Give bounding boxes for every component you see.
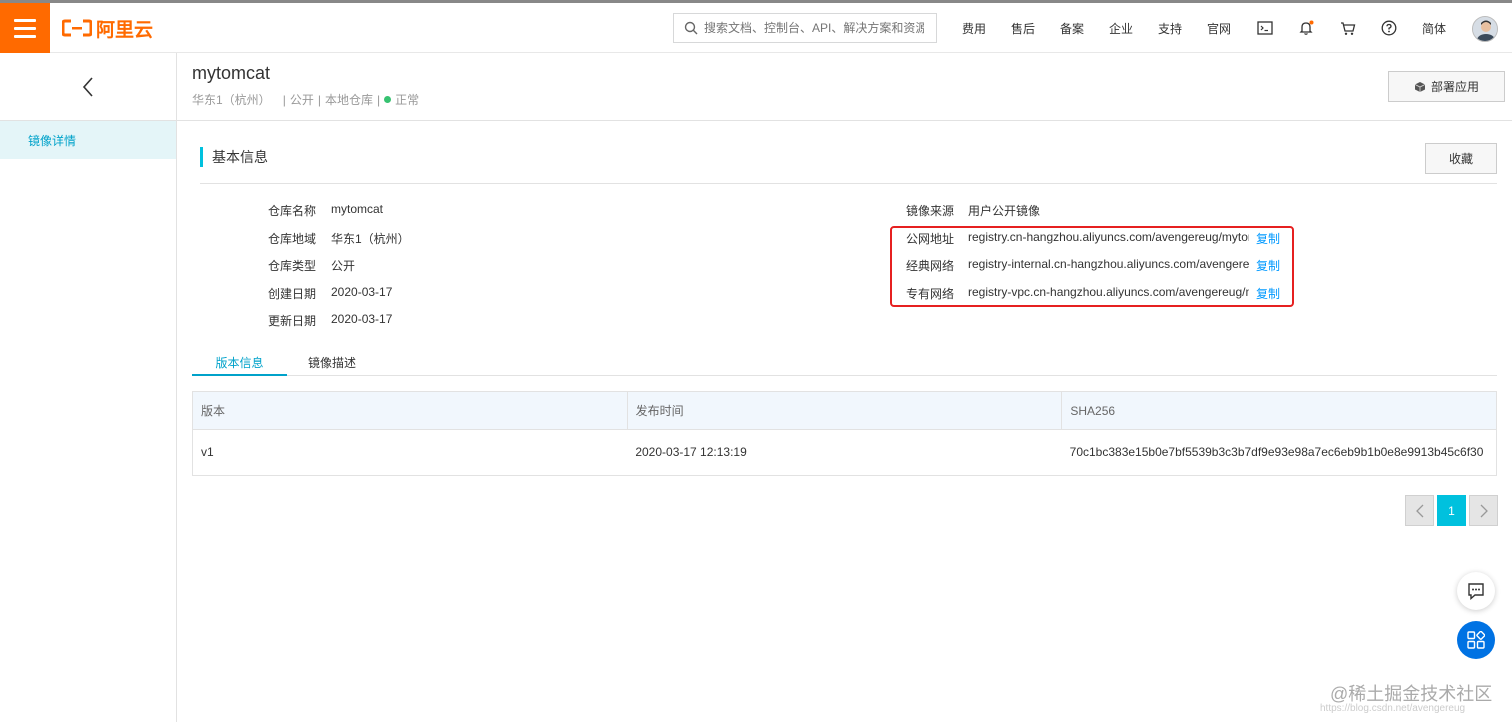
cell-publish-time: 2020-03-17 12:13:19 xyxy=(635,445,747,459)
separator: | xyxy=(317,92,321,107)
avatar[interactable] xyxy=(1472,16,1498,42)
tab-version-info[interactable]: 版本信息 xyxy=(192,352,287,376)
table-header: 版本 发布时间 SHA256 xyxy=(193,392,1496,430)
table-row: v1 2020-03-17 12:13:19 70c1bc383e15b0e7b… xyxy=(193,430,1496,475)
section-title-basic-info: 基本信息 xyxy=(200,147,268,167)
separator: | xyxy=(376,92,381,107)
info-value-repo-name: mytomcat xyxy=(331,202,384,216)
info-value-updated: 2020-03-17 xyxy=(331,312,393,326)
apps-float-button[interactable] xyxy=(1457,621,1495,659)
status-dot xyxy=(384,96,392,103)
nav-enterprise[interactable]: 企业 xyxy=(1109,3,1133,53)
visibility-text: 公开 xyxy=(289,93,314,107)
pager-prev-button[interactable] xyxy=(1405,495,1434,526)
sidebar-item-image-details[interactable]: 镜像详情 xyxy=(0,121,176,159)
cube-icon xyxy=(1414,81,1426,92)
chevron-left-icon xyxy=(82,76,93,97)
region-text: 华东1（杭州） xyxy=(192,93,271,107)
info-label: 仓库地域 xyxy=(267,232,316,246)
info-value-image-source: 用户公开镜像 xyxy=(968,204,1041,218)
sidebar: 镜像详情 xyxy=(0,53,177,722)
tab-bar: 版本信息 镜像描述 xyxy=(192,352,1497,376)
pager-page-1[interactable]: 1 xyxy=(1437,495,1466,526)
column-header-version: 版本 xyxy=(193,392,628,429)
top-header: 阿里云 费用 售后 备案 企业 支持 官网 简体 xyxy=(0,3,1512,53)
favorite-button[interactable]: 收藏 xyxy=(1425,143,1497,174)
cell-version: v1 xyxy=(201,445,214,459)
chevron-right-icon xyxy=(1480,504,1488,517)
bell-icon[interactable] xyxy=(1296,18,1316,38)
chat-icon xyxy=(1468,582,1484,600)
nav-filing[interactable]: 备案 xyxy=(1060,3,1084,53)
nav-fees[interactable]: 费用 xyxy=(962,3,986,53)
deploy-app-button[interactable]: 部署应用 xyxy=(1388,71,1505,102)
language-switch[interactable]: 简体 xyxy=(1422,3,1446,53)
chevron-left-icon xyxy=(1415,504,1423,517)
divider xyxy=(200,183,1497,184)
info-label: 镜像来源 xyxy=(905,204,954,218)
page-title: mytomcat xyxy=(192,63,271,83)
watermark-url: https://blog.csdn.net/avengereug xyxy=(1320,703,1466,714)
cell-sha256: 70c1bc383e15b0e7bf5539b3c3b7df9e93e98a7e… xyxy=(1069,445,1484,459)
info-value-created: 2020-03-17 xyxy=(331,285,393,299)
terminal-icon[interactable] xyxy=(1255,18,1275,38)
page-header: mytomcat 华东1（杭州） | 公开 | 本地仓库 | 正常 xyxy=(177,53,1512,121)
nav-after-sales[interactable]: 售后 xyxy=(1011,3,1035,53)
status-text: 正常 xyxy=(395,93,420,107)
repo-type-text: 本地仓库 xyxy=(324,93,373,107)
info-value-region: 华东1（杭州） xyxy=(331,232,410,246)
info-label: 创建日期 xyxy=(267,287,316,301)
column-header-sha256: SHA256 xyxy=(1070,404,1116,418)
help-icon[interactable] xyxy=(1379,18,1399,38)
column-header-publish-time: 发布时间 xyxy=(628,392,1063,429)
back-button[interactable] xyxy=(0,53,176,121)
search-box[interactable] xyxy=(673,13,937,43)
aliyun-logo-icon xyxy=(62,19,92,37)
version-table: 版本 发布时间 SHA256 v1 2020-03-17 12:13:19 70… xyxy=(192,391,1497,476)
nav-official-site[interactable]: 官网 xyxy=(1207,3,1231,53)
menu-icon[interactable] xyxy=(0,3,50,53)
pager-next-button[interactable] xyxy=(1469,495,1498,526)
deploy-app-label: 部署应用 xyxy=(1430,80,1479,94)
chat-float-button[interactable] xyxy=(1457,572,1495,610)
separator: | xyxy=(282,92,286,107)
info-label: 更新日期 xyxy=(267,314,316,328)
search-icon xyxy=(684,21,698,35)
page-subtitle: 华东1（杭州） | 公开 | 本地仓库 | 正常 xyxy=(192,91,419,108)
logo[interactable]: 阿里云 xyxy=(62,16,154,41)
info-label: 仓库类型 xyxy=(267,259,316,273)
info-value-repo-type: 公开 xyxy=(331,259,356,273)
search-input[interactable] xyxy=(704,21,924,35)
tab-image-description[interactable]: 镜像描述 xyxy=(302,352,362,376)
apps-grid-icon xyxy=(1467,631,1485,649)
logo-text: 阿里云 xyxy=(96,19,154,41)
highlight-box xyxy=(890,226,1294,307)
info-label: 仓库名称 xyxy=(267,204,316,218)
cart-icon[interactable] xyxy=(1338,18,1358,38)
nav-support[interactable]: 支持 xyxy=(1158,3,1182,53)
